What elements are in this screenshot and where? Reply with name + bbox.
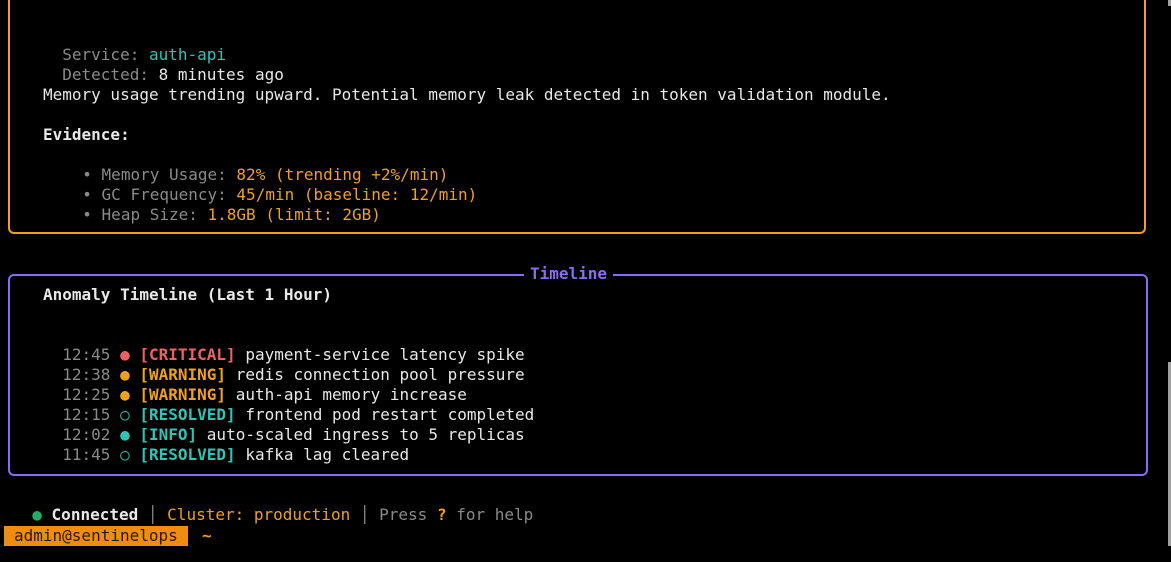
status-bar: ● Connected │ Cluster: production │ Pres…: [13, 485, 533, 524]
timeline-event[interactable]: 12:25 ● [WARNING] auth-api memory increa…: [43, 365, 467, 404]
help-suffix: for help: [456, 505, 534, 524]
cluster-label: Cluster:: [167, 505, 245, 524]
event-text: kafka lag cleared: [245, 445, 410, 464]
evidence-item: • GC Frequency: 45/min (baseline: 12/min…: [63, 165, 477, 204]
timeline-panel-title: Timeline: [524, 264, 614, 284]
connection-status-text: Connected: [51, 505, 139, 524]
help-prefix: Press: [379, 505, 428, 524]
timeline-event[interactable]: 12:15 ○ [RESOLVED] frontend pod restart …: [43, 385, 534, 424]
status-separator: │: [147, 505, 158, 524]
service-row: Service: auth-api: [43, 25, 226, 64]
event-tag: [RESOLVED]: [139, 445, 236, 464]
timeline-event[interactable]: 12:45 ● [CRITICAL] payment-service laten…: [43, 325, 524, 364]
prompt-path[interactable]: ~: [202, 526, 212, 546]
timeline-event[interactable]: 12:02 ● [INFO] auto-scaled ingress to 5 …: [43, 405, 524, 444]
evidence-label: Heap Size:: [101, 205, 198, 224]
bullet: •: [82, 205, 92, 224]
evidence-item: • Heap Size: 1.8GB (limit: 2GB): [63, 185, 381, 224]
prompt-user: admin@sentinelops: [4, 526, 188, 546]
detected-value: 8 minutes ago: [158, 65, 284, 84]
resolved-circle-icon: ○: [120, 445, 130, 464]
alert-description: Memory usage trending upward. Potential …: [43, 85, 891, 104]
evidence-title: Evidence:: [43, 125, 130, 144]
evidence-item: • Memory Usage: 82% (trending +2%/min): [63, 145, 448, 184]
timeline-heading: Anomaly Timeline (Last 1 Hour): [43, 285, 332, 304]
timeline-event[interactable]: 11:45 ○ [RESOLVED] kafka lag cleared: [43, 425, 409, 464]
detected-row: Detected: 8 minutes ago: [43, 45, 284, 84]
cluster-value[interactable]: production: [254, 505, 350, 524]
detected-label: Detected:: [62, 65, 149, 84]
evidence-value: 1.8GB (limit: 2GB): [207, 205, 381, 224]
status-separator: │: [359, 505, 370, 524]
event-time: 11:45: [62, 445, 111, 464]
timeline-event[interactable]: 12:38 ● [WARNING] redis connection pool …: [43, 345, 524, 384]
help-key[interactable]: ?: [437, 505, 447, 524]
connection-status-icon: ●: [32, 505, 42, 524]
